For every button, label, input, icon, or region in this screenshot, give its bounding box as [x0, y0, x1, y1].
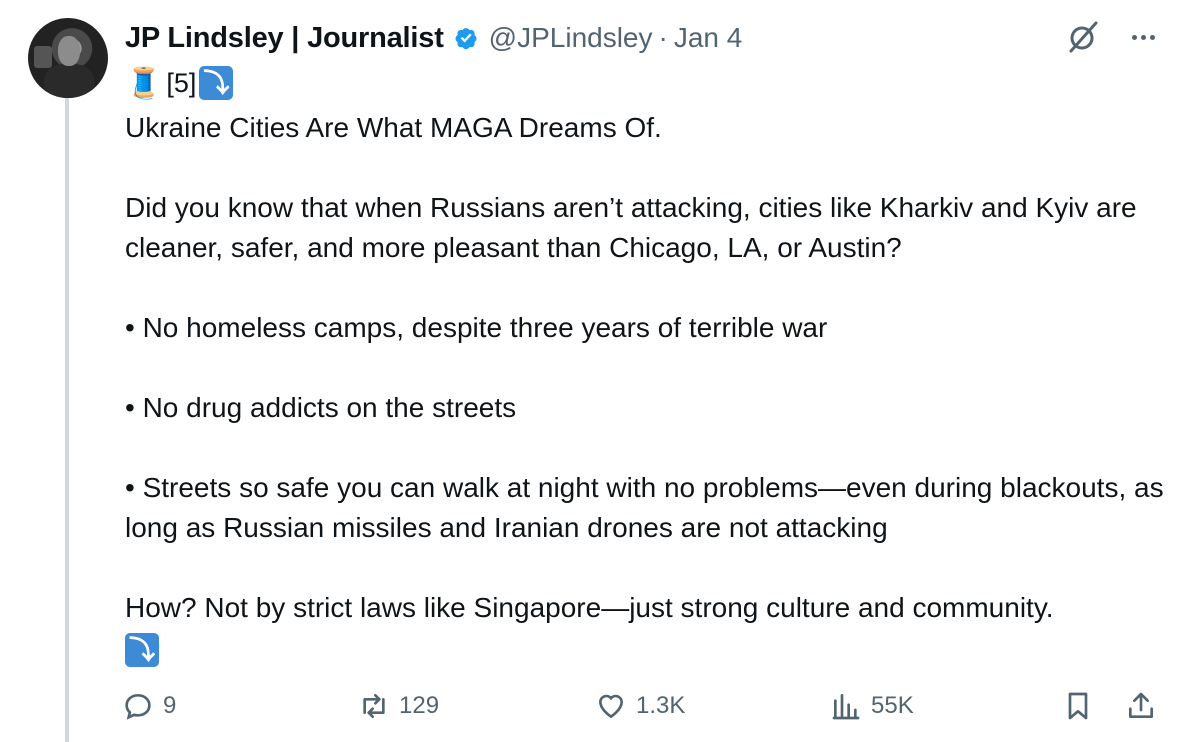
more-icon[interactable] [1126, 20, 1160, 54]
author-name[interactable]: JP Lindsley | Journalist [125, 22, 444, 55]
thread-number: [5] [166, 67, 197, 98]
like-count: 1.3K [636, 692, 686, 719]
views-icon [832, 694, 860, 720]
bookmark-icon [1068, 692, 1088, 720]
tweet-header: JP Lindsley | Journalist @JPLindsley · J… [125, 20, 742, 56]
like-button[interactable]: 1.3K [595, 686, 685, 726]
arrow-down-icon: ⤵ [199, 66, 234, 100]
tweet-text: Ukraine Cities Are What MAGA Dreams Of. … [125, 108, 1165, 670]
bullet-item: • No homeless camps, despite three years… [125, 312, 828, 343]
author-handle[interactable]: @JPLindsley [489, 22, 653, 54]
repost-count: 129 [399, 692, 440, 719]
thread-tag-line: 🧵 [5] ⤵ [125, 64, 234, 102]
share-icon [1129, 692, 1153, 718]
views-count: 55K [871, 692, 914, 719]
bullet-item: • Streets so safe you can walk at night … [125, 472, 1164, 543]
verified-badge-icon[interactable] [451, 23, 481, 53]
reply-button[interactable]: 9 [122, 686, 176, 726]
reply-count: 9 [163, 692, 177, 719]
bullet-item: • No drug addicts on the streets [125, 392, 517, 423]
share-button[interactable] [1125, 686, 1157, 726]
tweet-paragraph: Did you know that when Russians aren’t a… [125, 192, 1137, 263]
grok-icon[interactable] [1064, 18, 1102, 56]
repost-icon [363, 694, 385, 718]
action-bar: 9 129 1.3K 55K [122, 686, 1162, 726]
tweet-title: Ukraine Cities Are What MAGA Dreams Of. [125, 112, 662, 143]
arrow-down-icon: ⤵ [125, 633, 159, 667]
tweet-paragraph: How? Not by strict laws like Singapore—j… [125, 592, 1054, 623]
bookmark-button[interactable] [1062, 686, 1094, 726]
thread-line [65, 98, 69, 742]
thread-spool-icon: 🧵 [125, 66, 163, 100]
tweet-date[interactable]: Jan 4 [674, 22, 743, 54]
avatar[interactable] [28, 18, 108, 98]
top-actions [1064, 18, 1160, 56]
repost-button[interactable]: 129 [358, 686, 439, 726]
separator-dot: · [658, 22, 668, 53]
heart-icon [598, 694, 624, 719]
reply-icon [125, 693, 151, 720]
views-button[interactable]: 55K [830, 686, 914, 726]
